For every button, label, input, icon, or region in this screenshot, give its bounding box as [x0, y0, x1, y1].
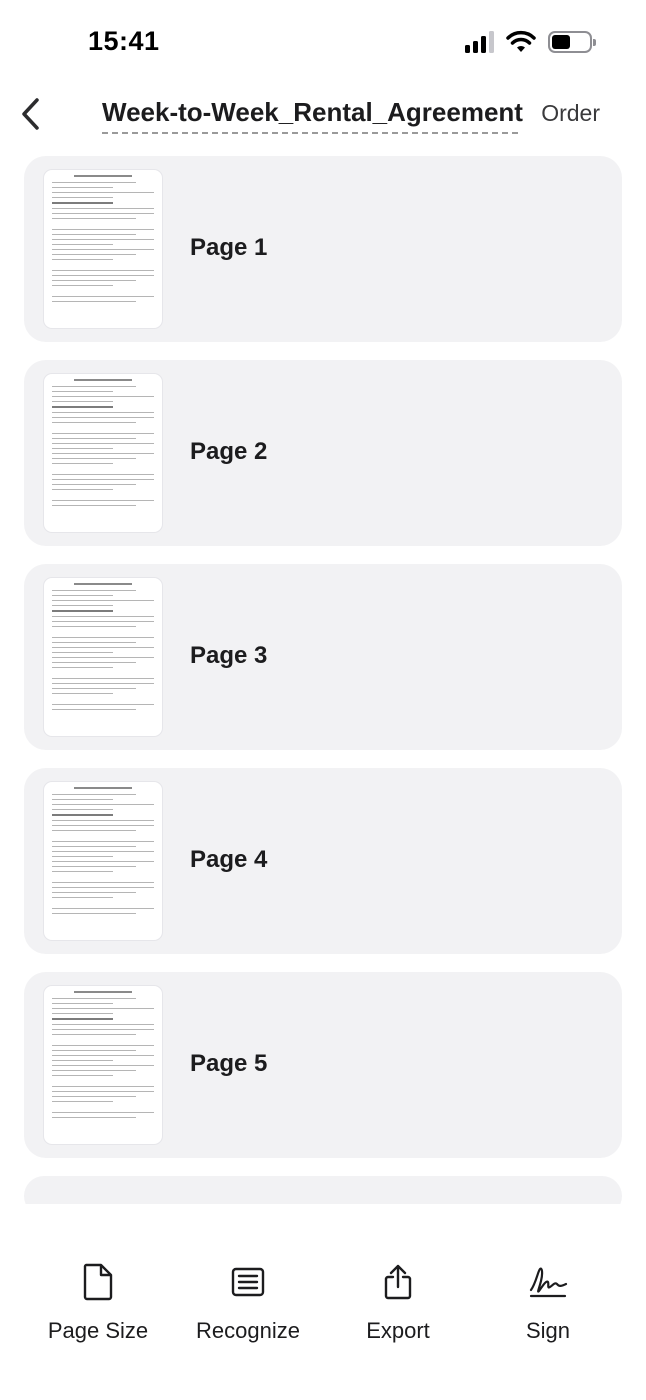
screen: 15:41 Week-to-Week_Rental_Agreement Orde… [0, 0, 646, 1400]
page-list[interactable]: Page 1 Page 2 Page 3 Page 4 Page 5 [24, 156, 622, 1204]
chevron-left-icon [22, 98, 39, 130]
wifi-icon [506, 30, 536, 52]
export-button[interactable]: Export [328, 1260, 468, 1344]
signature-icon [529, 1267, 568, 1298]
page-card[interactable]: Page 1 [24, 156, 622, 342]
bottom-toolbar: Page Size Recognize Export Sign [0, 1204, 646, 1400]
page-size-button[interactable]: Page Size [28, 1260, 168, 1344]
recognize-button[interactable]: Recognize [178, 1260, 318, 1344]
document-icon [83, 1263, 113, 1301]
page-thumbnail [44, 170, 162, 328]
page-label: Page 5 [190, 1050, 268, 1077]
recognize-label: Recognize [196, 1318, 300, 1343]
text-lines-icon [231, 1267, 265, 1297]
page-card-partial[interactable] [24, 1176, 622, 1204]
status-bar: 15:41 [0, 0, 646, 88]
page-card[interactable]: Page 4 [24, 768, 622, 954]
cellular-signal-icon [465, 31, 494, 53]
page-card[interactable]: Page 2 [24, 360, 622, 546]
battery-icon [548, 31, 596, 53]
sign-button[interactable]: Sign [478, 1260, 618, 1344]
sign-label: Sign [525, 1318, 571, 1343]
page-thumbnail [44, 578, 162, 736]
page-label: Page 1 [190, 234, 268, 261]
page-size-label: Page Size [47, 1318, 149, 1343]
share-icon [384, 1264, 412, 1300]
navigation-bar: Week-to-Week_Rental_Agreement Order [0, 88, 646, 148]
document-title[interactable]: Week-to-Week_Rental_Agreement [102, 97, 523, 134]
page-label: Page 2 [190, 438, 268, 465]
page-card[interactable]: Page 3 [24, 564, 622, 750]
export-label: Export [366, 1318, 430, 1343]
order-button[interactable]: Order [541, 100, 600, 127]
back-button[interactable] [12, 92, 48, 136]
status-time: 15:41 [88, 26, 160, 56]
page-label: Page 3 [190, 642, 268, 669]
status-icons [465, 30, 596, 54]
page-thumbnail [44, 986, 162, 1144]
page-label: Page 4 [190, 846, 268, 873]
page-card[interactable]: Page 5 [24, 972, 622, 1158]
page-thumbnail [44, 374, 162, 532]
page-thumbnail [44, 782, 162, 940]
